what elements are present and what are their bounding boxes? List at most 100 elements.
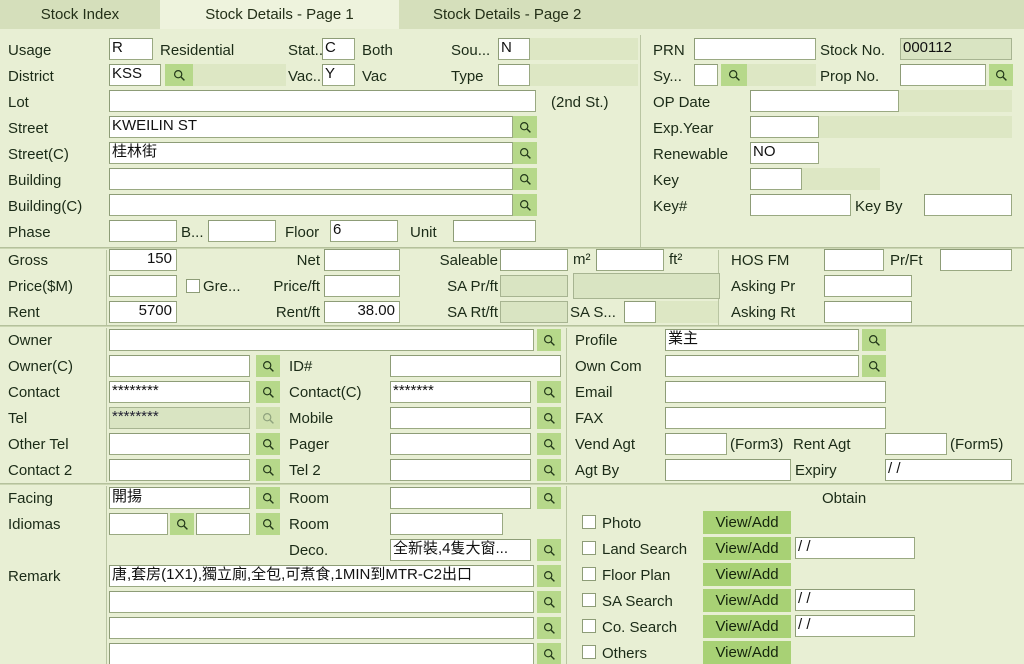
remark-input-4[interactable] bbox=[109, 643, 534, 664]
obtain-land-search-date-input[interactable]: / / bbox=[795, 537, 915, 559]
exp-year-input[interactable] bbox=[750, 116, 819, 138]
idiomas-input-1[interactable] bbox=[109, 513, 168, 535]
remark-4-search-icon-button[interactable] bbox=[537, 643, 561, 664]
prop-no-input[interactable] bbox=[900, 64, 986, 86]
obtain-others-checkbox[interactable] bbox=[582, 645, 596, 659]
prop-no-search-icon-button[interactable] bbox=[989, 64, 1013, 86]
sy-search-icon-button[interactable] bbox=[721, 64, 747, 86]
district-search-icon-button[interactable] bbox=[165, 64, 193, 86]
obtain-sa-search-checkbox[interactable] bbox=[582, 593, 596, 607]
obtain-co-search-date-input[interactable]: / / bbox=[795, 615, 915, 637]
remark-3-search-icon-button[interactable] bbox=[537, 617, 561, 639]
own-com-input[interactable] bbox=[665, 355, 859, 377]
phase-input[interactable] bbox=[109, 220, 177, 242]
own-com-search-icon-button[interactable] bbox=[862, 355, 886, 377]
other-tel-search-icon-button[interactable] bbox=[256, 433, 280, 455]
contact-chinese-search-icon-button[interactable] bbox=[537, 381, 561, 403]
remark-input-1[interactable]: 唐,套房(1X1),獨立廁,全包,可煮食,1MIN到MTR-C2出口 bbox=[109, 565, 534, 587]
building-chinese-search-icon-button[interactable] bbox=[513, 194, 537, 216]
street-chinese-input[interactable]: 桂林街 bbox=[109, 142, 513, 164]
obtain-sa-search-date-input[interactable]: / / bbox=[795, 589, 915, 611]
id-number-input[interactable] bbox=[390, 355, 561, 377]
owner-chinese-search-icon-button[interactable] bbox=[256, 355, 280, 377]
remark-2-search-icon-button[interactable] bbox=[537, 591, 561, 613]
room-input-2[interactable] bbox=[390, 513, 503, 535]
asking-rent-input[interactable] bbox=[824, 301, 912, 323]
status-code-input[interactable]: C bbox=[322, 38, 355, 60]
room-input-1[interactable] bbox=[390, 487, 531, 509]
contact-chinese-input[interactable]: ******* bbox=[390, 381, 531, 403]
price-per-ft-input[interactable] bbox=[324, 275, 400, 297]
obtain-others-view-add-button[interactable]: View/Add bbox=[703, 641, 791, 664]
contact-search-icon-button[interactable] bbox=[256, 381, 280, 403]
tel2-input[interactable] bbox=[390, 459, 531, 481]
obtain-floor-plan-checkbox[interactable] bbox=[582, 567, 596, 581]
contact-input[interactable]: ******** bbox=[109, 381, 250, 403]
gross-input[interactable]: 150 bbox=[109, 249, 177, 271]
price-input[interactable] bbox=[109, 275, 177, 297]
expiry-input[interactable]: / / bbox=[885, 459, 1012, 481]
building-search-icon-button[interactable] bbox=[513, 168, 537, 190]
fax-input[interactable] bbox=[665, 407, 886, 429]
room-1-search-icon-button[interactable] bbox=[537, 487, 561, 509]
pager-search-icon-button[interactable] bbox=[537, 433, 561, 455]
obtain-co-search-view-add-button[interactable]: View/Add bbox=[703, 615, 791, 638]
tel2-search-icon-button[interactable] bbox=[537, 459, 561, 481]
mobile-search-icon-button[interactable] bbox=[537, 407, 561, 429]
key-by-input[interactable] bbox=[924, 194, 1012, 216]
remark-input-3[interactable] bbox=[109, 617, 534, 639]
hos-fm-input[interactable] bbox=[824, 249, 884, 271]
net-input[interactable] bbox=[324, 249, 400, 271]
owner-search-icon-button[interactable] bbox=[537, 329, 561, 351]
owner-input[interactable] bbox=[109, 329, 534, 351]
remark-input-2[interactable] bbox=[109, 591, 534, 613]
obtain-co-search-checkbox[interactable] bbox=[582, 619, 596, 633]
saleable-ft2-input[interactable] bbox=[596, 249, 664, 271]
pager-input[interactable] bbox=[390, 433, 531, 455]
usage-code-input[interactable]: R bbox=[109, 38, 153, 60]
owner-chinese-input[interactable] bbox=[109, 355, 250, 377]
saleable-m2-input[interactable] bbox=[500, 249, 568, 271]
building-input[interactable] bbox=[109, 168, 513, 190]
prn-input[interactable] bbox=[694, 38, 816, 60]
source-code-input[interactable]: N bbox=[498, 38, 530, 60]
agent-by-input[interactable] bbox=[665, 459, 791, 481]
obtain-land-search-view-add-button[interactable]: View/Add bbox=[703, 537, 791, 560]
obtain-photo-view-add-button[interactable]: View/Add bbox=[703, 511, 791, 534]
street-chinese-search-icon-button[interactable] bbox=[513, 142, 537, 164]
key-input[interactable] bbox=[750, 168, 802, 190]
lot-input[interactable] bbox=[109, 90, 536, 112]
tab-stock-index[interactable]: Stock Index bbox=[0, 0, 160, 29]
gre-checkbox[interactable] bbox=[186, 279, 200, 293]
vend-agent-input[interactable] bbox=[665, 433, 727, 455]
type-code-input[interactable] bbox=[498, 64, 530, 86]
street-input[interactable]: KWEILIN ST bbox=[109, 116, 513, 138]
obtain-floor-plan-view-add-button[interactable]: View/Add bbox=[703, 563, 791, 586]
pr-ft-input[interactable] bbox=[940, 249, 1012, 271]
idiomas-input-2[interactable] bbox=[196, 513, 250, 535]
rent-per-ft-input[interactable]: 38.00 bbox=[324, 301, 400, 323]
profile-input[interactable]: 業主 bbox=[665, 329, 859, 351]
street-search-icon-button[interactable] bbox=[513, 116, 537, 138]
key-number-input[interactable] bbox=[750, 194, 851, 216]
asking-price-input[interactable] bbox=[824, 275, 912, 297]
vacancy-code-input[interactable]: Y bbox=[322, 64, 355, 86]
remark-1-search-icon-button[interactable] bbox=[537, 565, 561, 587]
rent-input[interactable]: 5700 bbox=[109, 301, 177, 323]
renewable-input[interactable]: NO bbox=[750, 142, 819, 164]
obtain-sa-search-view-add-button[interactable]: View/Add bbox=[703, 589, 791, 612]
unit-input[interactable] bbox=[453, 220, 536, 242]
floor-input[interactable]: 6 bbox=[330, 220, 398, 242]
tab-stock-details-page-1[interactable]: Stock Details - Page 1 bbox=[160, 0, 399, 29]
tab-stock-details-page-2[interactable]: Stock Details - Page 2 bbox=[399, 0, 1024, 29]
other-tel-input[interactable] bbox=[109, 433, 250, 455]
deco-search-icon-button[interactable] bbox=[537, 539, 561, 561]
mobile-input[interactable] bbox=[390, 407, 531, 429]
deco-input[interactable]: 全新裝,4隻大窗... bbox=[390, 539, 531, 561]
contact2-input[interactable] bbox=[109, 459, 250, 481]
sy-input[interactable] bbox=[694, 64, 718, 86]
sa-s-input[interactable] bbox=[624, 301, 656, 323]
idiomas-2-search-icon-button[interactable] bbox=[256, 513, 280, 535]
block-input[interactable] bbox=[208, 220, 276, 242]
email-input[interactable] bbox=[665, 381, 886, 403]
